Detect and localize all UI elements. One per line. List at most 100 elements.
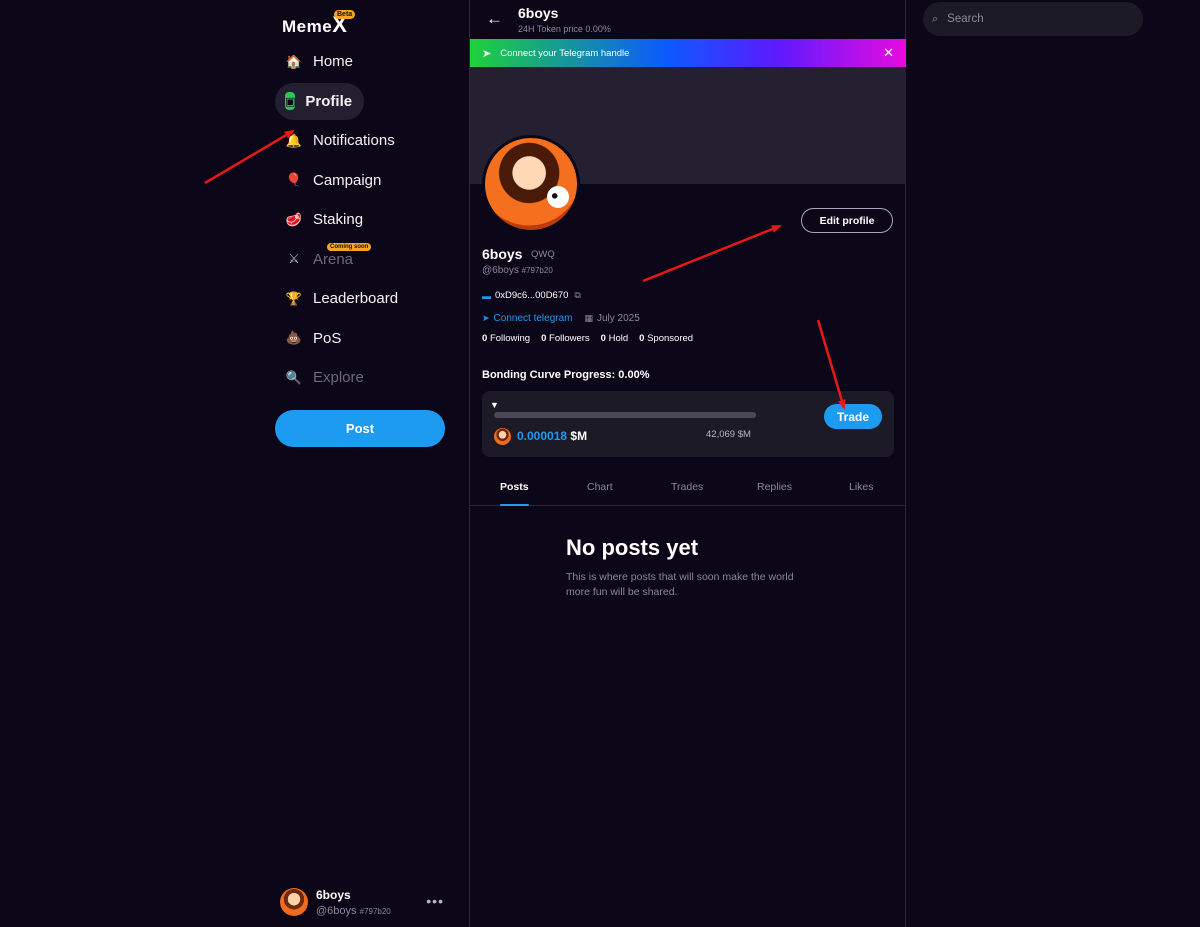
sidebar-item-label: Home <box>313 53 354 70</box>
bell-icon: 🔔 <box>285 132 303 148</box>
profile-header: ← 6boys 24H Token price 0.00% <box>470 0 906 38</box>
edit-profile-button[interactable]: Edit profile <box>801 208 893 233</box>
logo-text: Meme <box>282 17 333 36</box>
profile-column: ← 6boys 24H Token price 0.00% ➤ Connect … <box>469 0 906 927</box>
profile-screen-icon: ▣ <box>285 92 296 110</box>
telegram-icon: ➤ <box>482 313 490 323</box>
sidebar-item-profile[interactable]: ▣ Profile <box>275 82 364 120</box>
poop-icon: 💩 <box>285 330 303 345</box>
tab-replies[interactable]: Replies <box>757 470 792 506</box>
bonding-progress-bar <box>494 412 756 418</box>
back-arrow-icon[interactable]: ← <box>486 9 503 29</box>
profile-name: 6boys <box>482 246 523 262</box>
profile-meta: ➤ Connect telegram ▦ July 2025 <box>482 313 640 324</box>
token-price: 0.000018 $M <box>517 429 587 443</box>
profile-stats: 0 Following 0 Followers 0 Hold 0 Sponsor… <box>482 333 704 344</box>
sidebar-item-pos[interactable]: 💩 PoS <box>275 320 410 357</box>
account-switcher[interactable]: 6boys @6boys #797b20 ••• <box>280 884 460 920</box>
stat-label: Sponsored <box>647 333 694 344</box>
token-price-subtitle: 24H Token price 0.00% <box>518 24 611 34</box>
sidebar-item-campaign[interactable]: 🎈 Campaign <box>275 162 410 199</box>
stat-followers[interactable]: 0 Followers <box>541 333 590 344</box>
memex-logo[interactable]: MemeX Beta <box>282 10 356 38</box>
telegram-icon: ➤ <box>482 47 492 60</box>
sidebar-item-home[interactable]: 🏠 Home <box>275 43 410 80</box>
sidebar-item-explore[interactable]: 🔍 Explore <box>275 359 410 396</box>
stat-label: Followers <box>549 333 590 344</box>
empty-state-text: This is where posts that will soon make … <box>566 571 794 598</box>
page-title: 6boys <box>518 5 559 21</box>
sidebar-item-label: Leaderboard <box>313 290 399 307</box>
close-icon[interactable]: ✕ <box>883 45 894 61</box>
avatar <box>280 888 308 916</box>
account-info: 6boys @6boys #797b20 <box>316 888 391 917</box>
tab-posts[interactable]: Posts <box>500 470 529 506</box>
joined-date: ▦ July 2025 <box>584 313 639 324</box>
profile-tag: #797b20 <box>521 266 553 275</box>
copy-icon[interactable]: ⧉ <box>574 290 580 301</box>
search-input[interactable] <box>947 13 1118 25</box>
stat-count: 0 <box>482 333 488 344</box>
bonding-curve-title: Bonding Curve Progress: 0.00% <box>482 369 650 381</box>
house-icon: 🏠 <box>285 53 303 69</box>
app-root: MemeX Beta 🏠 Home ▣ Profile 🔔 Notificati… <box>0 0 1200 927</box>
telegram-banner[interactable]: ➤ Connect your Telegram handle ✕ <box>470 39 906 67</box>
tab-chart[interactable]: Chart <box>587 470 613 506</box>
banner-text: Connect your Telegram handle <box>500 47 630 59</box>
search-bar[interactable]: ⌕ <box>923 2 1143 36</box>
account-tag: #797b20 <box>359 906 391 916</box>
market-cap: 42,069 $M <box>706 429 751 440</box>
balloon-icon: 🎈 <box>285 172 303 187</box>
sidebar-item-arena[interactable]: ⚔ Arena Coming soon <box>275 241 410 278</box>
post-button[interactable]: Post <box>275 410 445 447</box>
more-options-icon[interactable]: ••• <box>426 893 444 909</box>
profile-tabs: Posts Chart Trades Replies Likes <box>470 470 906 506</box>
tab-likes[interactable]: Likes <box>849 470 874 506</box>
stat-count: 0 <box>639 333 645 344</box>
account-handle: @6boys #797b20 <box>316 905 391 917</box>
stat-sponsored[interactable]: 0 Sponsored <box>639 333 693 344</box>
sidebar-item-label: Staking <box>313 211 364 228</box>
wallet-address: ▬ 0xD9c6...00D670 ⧉ <box>482 290 581 301</box>
token-price-unit: $M <box>570 429 588 443</box>
trade-button[interactable]: Trade <box>824 404 882 429</box>
stat-hold[interactable]: 0 Hold <box>601 333 628 344</box>
profile-avatar[interactable] <box>482 135 580 233</box>
nav-menu: 🏠 Home ▣ Profile 🔔 Notifications 🎈 Campa… <box>275 43 410 399</box>
sidebar-item-leaderboard[interactable]: 🏆 Leaderboard <box>275 280 410 317</box>
wallet-icon: ▬ <box>482 290 491 301</box>
token-price-value: 0.000018 <box>517 429 568 443</box>
sidebar-item-label: Campaign <box>313 171 382 189</box>
magnifier-icon: 🔍 <box>285 369 303 385</box>
calendar-icon: ▦ <box>584 313 593 323</box>
connect-telegram-label: Connect telegram <box>493 313 573 324</box>
beta-badge: Beta <box>334 10 356 19</box>
crossed-swords-icon: ⚔ <box>288 251 300 266</box>
wallet-address-text: 0xD9c6...00D670 <box>495 290 569 301</box>
empty-state-title: No posts yet <box>566 535 699 560</box>
profile-handle: @6boys #797b20 <box>482 265 553 276</box>
stat-label: Hold <box>608 333 629 344</box>
profile-ticker: QWQ <box>531 249 555 260</box>
sidebar-item-label: PoS <box>313 329 342 347</box>
profile-handle-text: @6boys <box>482 265 519 276</box>
stat-label: Following <box>489 333 531 344</box>
stat-following[interactable]: 0 Following <box>482 333 530 344</box>
tab-trades[interactable]: Trades <box>671 470 703 506</box>
stat-count: 0 <box>541 333 547 344</box>
sidebar-item-label: Arena <box>313 250 354 268</box>
sidebar-item-staking[interactable]: 🥩 Staking <box>275 201 410 238</box>
sidebar-item-label: Notifications <box>313 132 395 149</box>
coming-soon-badge: Coming soon <box>327 242 372 251</box>
left-sidebar: MemeX Beta 🏠 Home ▣ Profile 🔔 Notificati… <box>270 0 468 927</box>
joined-date-text: July 2025 <box>597 313 640 324</box>
search-icon: ⌕ <box>932 12 939 25</box>
sidebar-item-label: Explore <box>313 369 364 386</box>
token-icon <box>494 428 511 445</box>
panda-decoration <box>547 186 569 208</box>
sidebar-item-label: Profile <box>305 92 353 110</box>
caret-down-icon[interactable]: ▼ <box>490 400 499 410</box>
podium-icon: 🏆 <box>285 290 303 306</box>
sidebar-item-notifications[interactable]: 🔔 Notifications <box>275 122 410 159</box>
connect-telegram-link[interactable]: ➤ Connect telegram <box>482 313 572 324</box>
